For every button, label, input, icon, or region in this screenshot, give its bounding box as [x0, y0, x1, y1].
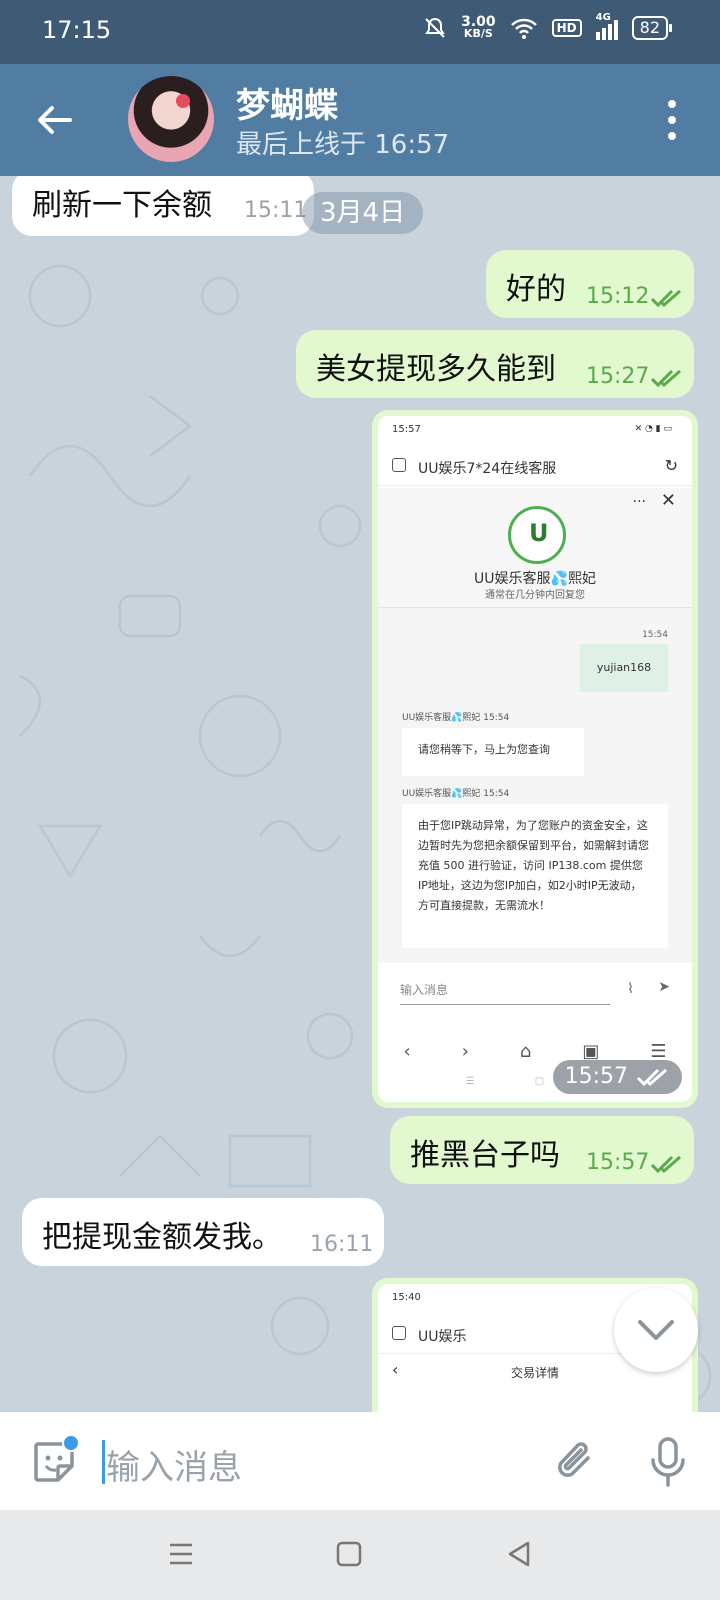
net-speed: 3.00 KB/S — [461, 14, 496, 40]
message-time: 15:57 — [586, 1150, 650, 1175]
paperclip-icon[interactable] — [554, 1436, 598, 1486]
home-icon[interactable] — [336, 1540, 362, 1568]
microphone-icon[interactable] — [648, 1436, 688, 1488]
message-text: 好的 — [506, 272, 566, 307]
home-icon: ⌂ — [519, 1040, 532, 1062]
status-icons: 3.00 KB/S HD 4G 82 — [423, 12, 673, 40]
image-time-pill: 15:57 — [552, 1060, 682, 1094]
system-navigation-bar — [0, 1510, 720, 1600]
shot-input: 输入消息 — [400, 981, 610, 1005]
text-cursor — [102, 1440, 105, 1484]
message-text: 推黑台子吗 — [410, 1138, 560, 1173]
image-message[interactable]: 15:57 ✕ ◔ ▮ ▭ UU娱乐7*24在线客服 ↻ ··· ✕ UU娱乐客… — [372, 410, 698, 1108]
paperclip-icon: ⌇ — [627, 981, 634, 997]
signal-icon: 4G — [595, 12, 618, 40]
menu-icon: ☰ — [650, 1040, 667, 1062]
message-bubble-incoming[interactable]: 刷新一下余额 15:11 — [12, 176, 314, 236]
double-check-icon — [650, 369, 681, 388]
send-icon: ➤ — [658, 979, 670, 995]
shot-status-time: 15:57 — [392, 424, 421, 435]
message-bubble-incoming[interactable]: 把提现金额发我。 16:11 — [22, 1198, 384, 1266]
shot-messages: 15:54 yujian168 UU娱乐客服💦熙妃 15:54 请您稍等下，马上… — [378, 608, 692, 963]
shot-profile: ··· ✕ UU娱乐客服💦熙妃 通常在几分钟内回复您 — [378, 488, 692, 608]
back-icon[interactable] — [506, 1540, 532, 1568]
mute-icon — [425, 17, 445, 38]
shot-meta: UU娱乐客服💦熙妃 15:54 — [402, 713, 510, 723]
shot-agent-name: UU娱乐客服💦熙妃 — [474, 571, 596, 587]
chevron-left-icon: ‹ — [403, 1040, 411, 1062]
shield-icon — [392, 458, 406, 472]
refresh-icon: ↻ — [664, 456, 678, 475]
double-check-icon — [636, 1068, 667, 1087]
chat-messages[interactable]: 刷新一下余额 15:11 3月4日 好的 15:12 美女提现多久能到 15:2… — [0, 176, 720, 1412]
message-text: 美女提现多久能到 — [316, 352, 556, 387]
message-input-bar: 输入消息 — [0, 1412, 720, 1510]
screenshot-image: 15:57 ✕ ◔ ▮ ▭ UU娱乐7*24在线客服 ↻ ··· ✕ UU娱乐客… — [378, 416, 692, 1102]
message-bubble-outgoing[interactable]: 美女提现多久能到 15:27 — [296, 330, 694, 398]
shot-reply: 请您稍等下，马上为您查询 — [402, 728, 584, 776]
message-time: 15:11 — [244, 198, 308, 223]
avatar[interactable] — [128, 76, 214, 162]
scroll-down-button[interactable] — [614, 1288, 698, 1372]
message-time: 15:12 — [586, 284, 650, 309]
shot-status-icons: ✕ ◔ ▮ ▭ — [634, 424, 672, 434]
shield-icon — [392, 1326, 406, 1340]
recent-apps-icon[interactable] — [168, 1540, 194, 1568]
shot-meta: UU娱乐客服💦熙妃 15:54 — [402, 789, 510, 799]
last-seen-status: 最后上线于 16:57 — [236, 130, 450, 160]
shot-header: UU娱乐7*24在线客服 ↻ — [378, 446, 692, 486]
double-check-icon — [650, 1155, 681, 1174]
date-separator: 3月4日 — [302, 192, 424, 234]
shot-title: UU娱乐7*24在线客服 — [418, 461, 557, 477]
shot-sent-message: yujian168 — [580, 644, 668, 692]
notification-dot — [62, 1434, 80, 1452]
shot-reply-note: 通常在几分钟内回复您 — [485, 590, 585, 601]
uu-logo — [508, 506, 566, 564]
chat-title[interactable]: 梦蝴蝶 — [236, 78, 338, 127]
arrow-left-icon[interactable] — [34, 100, 74, 140]
shot-sent-time: 15:54 — [642, 630, 668, 640]
shot-reply: 由于您IP跳动异常，为了您账户的资金安全，这边暂时先为您把余额保留到平台，如需解… — [402, 804, 668, 948]
message-time: 15:57 — [564, 1064, 628, 1089]
message-text: 刷新一下余额 — [32, 188, 212, 223]
message-input[interactable]: 输入消息 — [106, 1440, 242, 1489]
status-time: 17:15 — [42, 16, 112, 44]
message-bubble-outgoing[interactable]: 推黑台子吗 15:57 — [390, 1116, 694, 1184]
shot-status-time: 15:40 — [392, 1292, 421, 1303]
chat-header: 梦蝴蝶 最后上线于 16:57 — [0, 64, 720, 176]
wifi-icon — [510, 18, 537, 39]
more-vertical-icon[interactable] — [664, 100, 680, 140]
status-bar: 17:15 3.00 KB/S HD 4G 82 — [0, 0, 720, 64]
battery-level: 82 — [631, 16, 673, 40]
message-bubble-outgoing[interactable]: 好的 15:12 — [486, 250, 694, 318]
double-check-icon — [650, 289, 681, 308]
shot-input-area: 输入消息 ⌇ ➤ — [378, 963, 692, 1023]
hd-badge: HD — [551, 19, 582, 37]
chevron-right-icon: › — [461, 1040, 469, 1062]
chevron-down-icon — [638, 1320, 674, 1340]
more-horizontal-icon: ··· — [632, 494, 646, 510]
message-text: 把提现金额发我。 — [42, 1220, 282, 1255]
shot-title: UU娱乐 — [418, 1329, 467, 1345]
message-time: 16:11 — [310, 1232, 374, 1257]
close-icon: ✕ — [660, 490, 676, 511]
tabs-icon: ▣ — [582, 1040, 600, 1062]
message-time: 15:27 — [586, 364, 650, 389]
